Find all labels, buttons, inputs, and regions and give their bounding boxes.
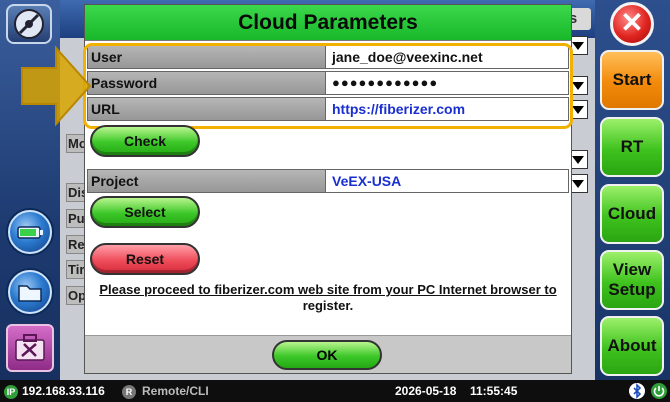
dialog-title: Cloud Parameters [85, 5, 571, 41]
screen: s Mo Dis Pu Re Tir Op ✕ Start RT Cloud V… [0, 0, 670, 402]
password-row: Password ●●●●●●●●●●●● [87, 71, 569, 95]
close-button[interactable]: ✕ [610, 2, 654, 46]
user-field[interactable]: jane_doe@veexinc.net [329, 46, 483, 68]
bluetooth-icon [628, 382, 646, 402]
registration-info: Please proceed to fiberizer.com web site… [85, 282, 571, 314]
reset-button[interactable]: Reset [90, 243, 200, 275]
project-label: Project [88, 170, 326, 192]
rt-button[interactable]: RT [600, 117, 664, 177]
user-row: User jane_doe@veexinc.net [87, 45, 569, 69]
home-icon[interactable] [6, 4, 52, 44]
password-field[interactable]: ●●●●●●●●●●●● [329, 72, 438, 94]
start-button[interactable]: Start [600, 50, 664, 110]
status-date: 2026-05-18 [395, 384, 457, 398]
url-field[interactable]: https://fiberizer.com [329, 98, 465, 120]
folder-icon[interactable] [8, 270, 52, 314]
remote-badge: R [122, 385, 136, 399]
ip-group: IP [4, 384, 18, 399]
status-time: 11:55:45 [470, 384, 518, 398]
project-row: Project VeEX-USA [87, 169, 569, 193]
status-bar: IP 192.168.33.116 R Remote/CLI 2026-05-1… [0, 380, 670, 402]
battery-icon[interactable] [8, 210, 52, 254]
remote-group: R [122, 384, 136, 399]
password-label: Password [88, 72, 326, 94]
power-icon [650, 382, 668, 402]
about-button[interactable]: About [600, 316, 664, 376]
project-field[interactable]: VeEX-USA [329, 170, 401, 192]
ok-button[interactable]: OK [272, 340, 382, 370]
remote-cli-label: Remote/CLI [142, 384, 209, 398]
check-button[interactable]: Check [90, 125, 200, 157]
ip-address: 192.168.33.116 [22, 384, 105, 398]
user-label: User [88, 46, 326, 68]
dialog-footer: OK [85, 335, 571, 373]
toolbox-icon[interactable] [6, 324, 54, 372]
url-label: URL [88, 98, 326, 120]
ip-badge: IP [4, 385, 18, 399]
cloud-button[interactable]: Cloud [600, 184, 664, 244]
cloud-parameters-dialog: Cloud Parameters User jane_doe@veexinc.n… [83, 4, 573, 374]
registration-info-line1: Please proceed to fiberizer.com web site… [99, 282, 557, 297]
select-button[interactable]: Select [90, 196, 200, 228]
url-row: URL https://fiberizer.com [87, 97, 569, 121]
view-setup-button[interactable]: View Setup [600, 250, 664, 310]
pointer-arrow-icon [21, 45, 92, 127]
registration-info-line2: register. [302, 298, 354, 313]
